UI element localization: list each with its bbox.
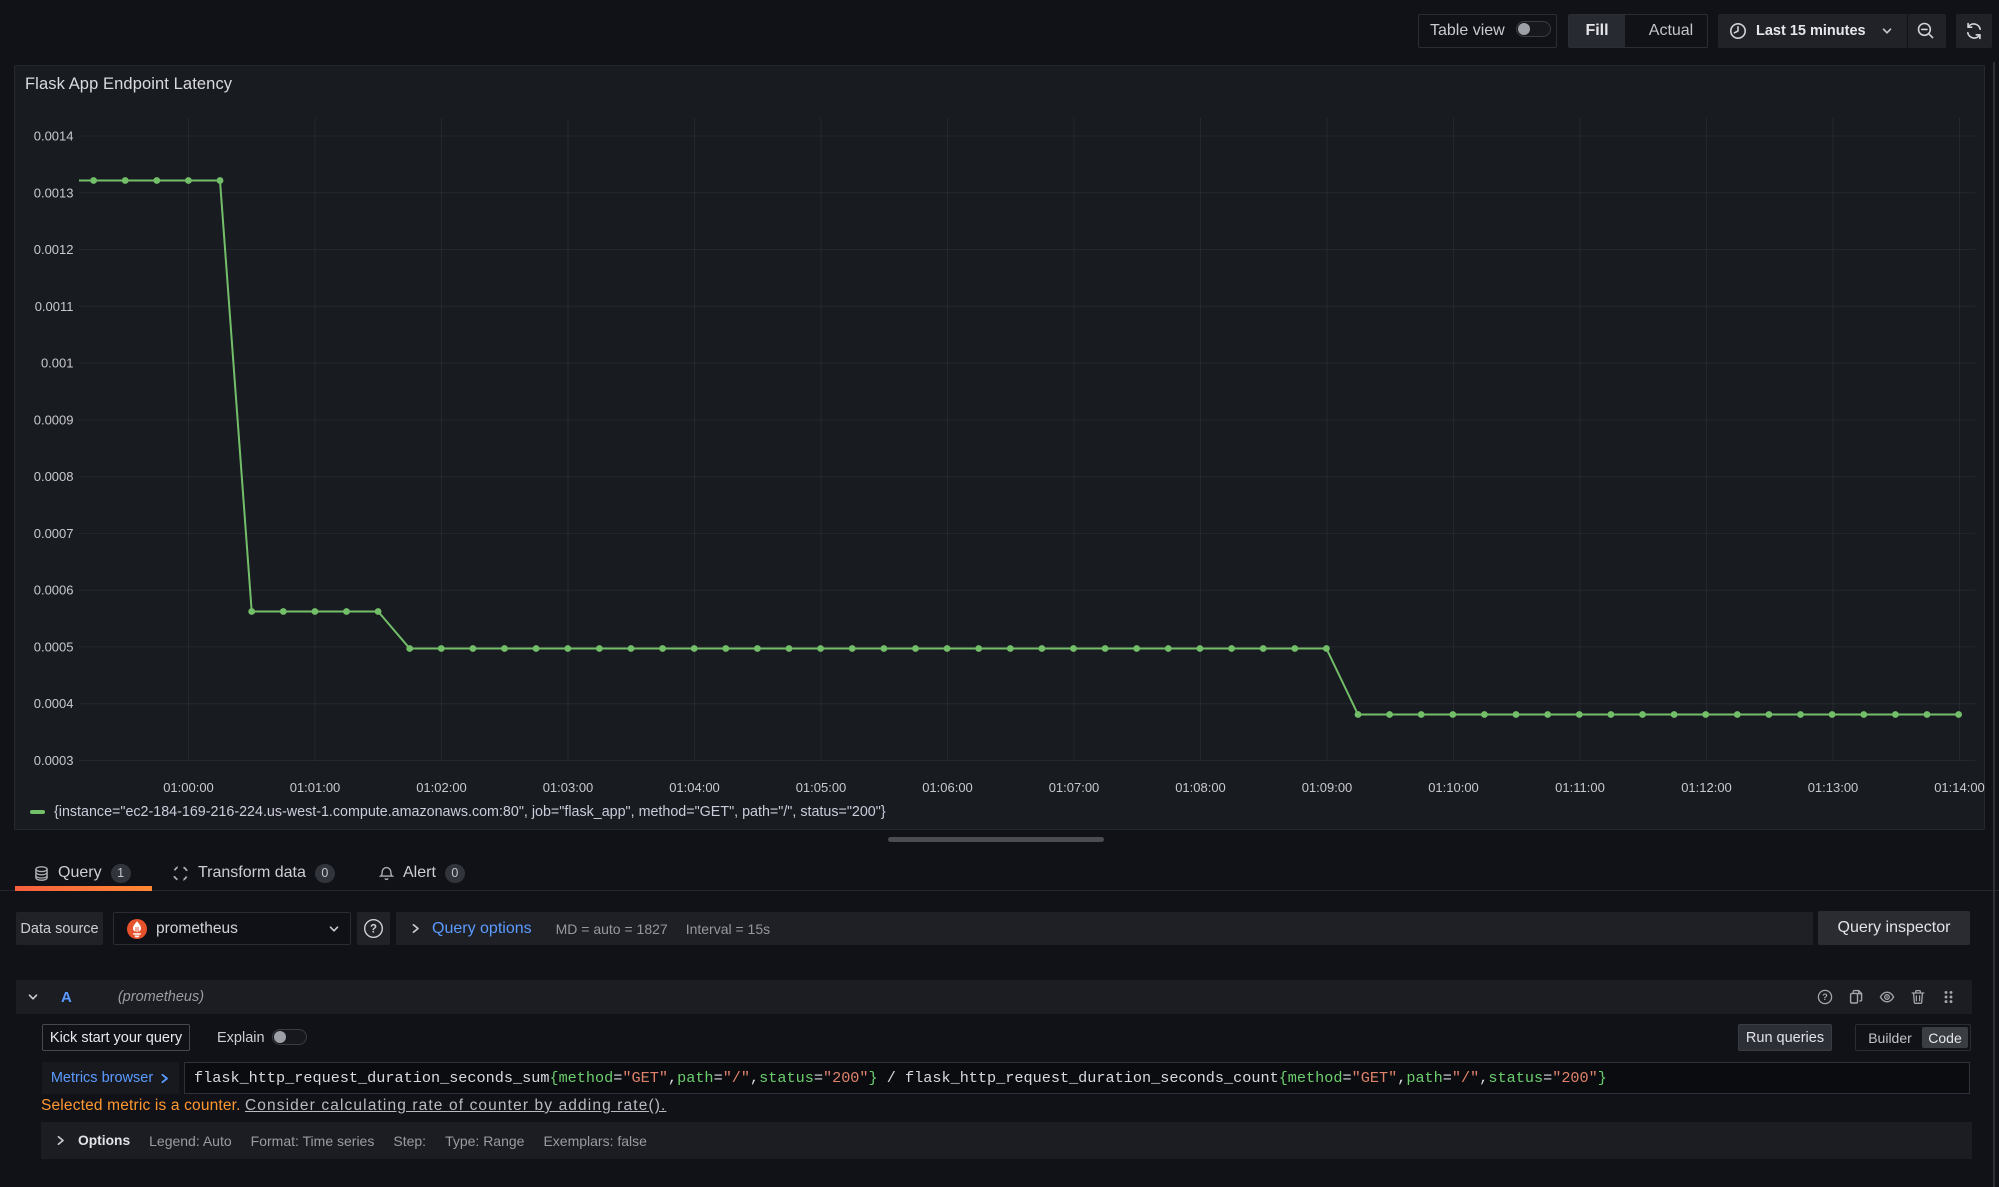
svg-text:?: ? xyxy=(370,924,377,936)
svg-text:?: ? xyxy=(1822,992,1828,1002)
